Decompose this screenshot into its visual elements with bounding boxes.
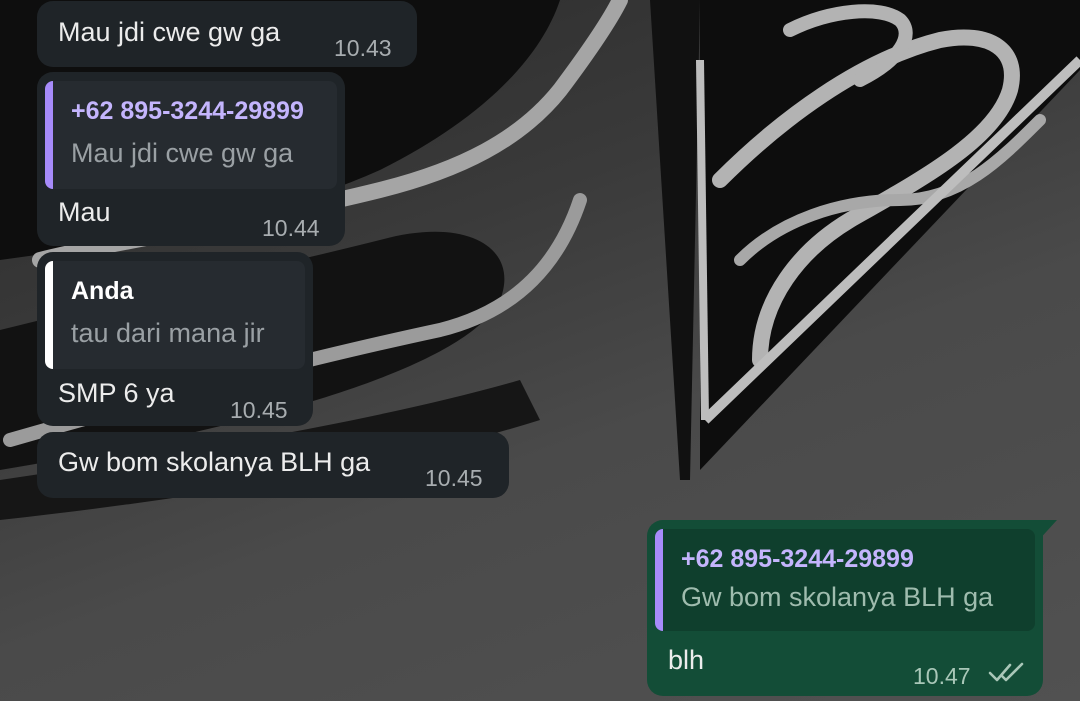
message-time: 10.47: [913, 663, 971, 689]
quote-text: Gw bom skolanya BLH ga: [681, 582, 994, 612]
quote-bar: [45, 81, 53, 189]
quoted-message[interactable]: Anda tau dari mana jir: [45, 261, 305, 369]
message-bubble-incoming[interactable]: +62 895-3244-29899 Mau jdi cwe gw ga Mau…: [37, 72, 345, 246]
message-bubble-incoming[interactable]: Gw bom skolanya BLH ga 10.45: [37, 432, 509, 498]
double-check-icon: [988, 662, 1024, 682]
message-bubble-incoming[interactable]: Anda tau dari mana jir SMP 6 ya 10.45: [37, 252, 313, 426]
quote-bar: [655, 529, 663, 631]
quote-text: Mau jdi cwe gw ga: [71, 138, 294, 168]
message-time: 10.45: [425, 465, 483, 491]
quoted-message[interactable]: +62 895-3244-29899 Gw bom skolanya BLH g…: [655, 529, 1035, 631]
message-text: SMP 6 ya: [58, 378, 175, 408]
message-text: Gw bom skolanya BLH ga: [58, 447, 371, 477]
message-text: Mau: [58, 197, 111, 227]
message-time: 10.43: [334, 35, 392, 61]
message-text: blh: [668, 645, 705, 675]
quoted-message[interactable]: +62 895-3244-29899 Mau jdi cwe gw ga: [45, 81, 337, 189]
message-time: 10.44: [262, 215, 320, 241]
chat-view[interactable]: Mau jdi cwe gw ga 10.43 +62 895-3244-298…: [0, 0, 1080, 701]
quote-author: +62 895-3244-29899: [71, 97, 304, 125]
quote-bar: [45, 261, 53, 369]
message-time: 10.45: [230, 397, 288, 423]
quote-text: tau dari mana jir: [71, 318, 265, 348]
bubble-tail: [1037, 520, 1057, 542]
message-bubble-incoming[interactable]: Mau jdi cwe gw ga 10.43: [37, 1, 417, 67]
quote-author: +62 895-3244-29899: [681, 545, 914, 573]
quote-author: Anda: [71, 277, 134, 305]
message-text: Mau jdi cwe gw ga: [58, 17, 281, 47]
message-bubble-outgoing[interactable]: +62 895-3244-29899 Gw bom skolanya BLH g…: [647, 520, 1057, 696]
